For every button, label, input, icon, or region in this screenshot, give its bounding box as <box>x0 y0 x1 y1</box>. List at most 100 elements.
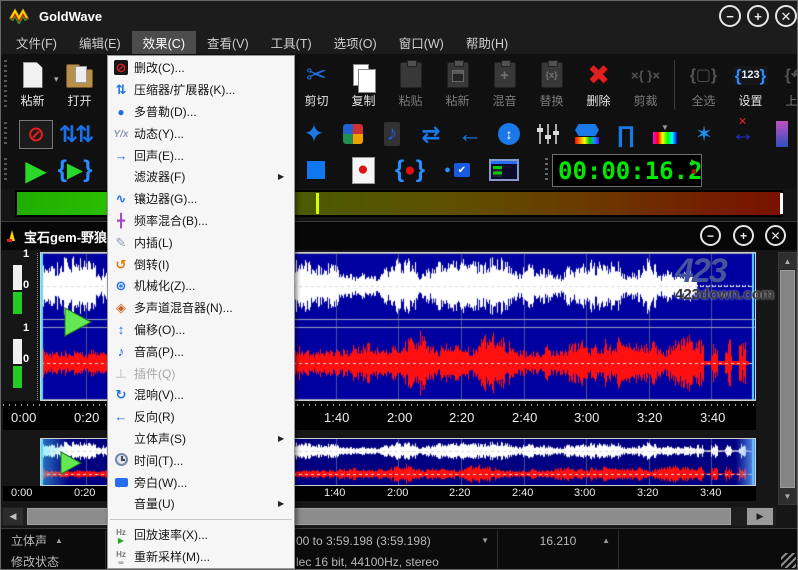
pitch-button[interactable]: ♪ <box>375 119 409 149</box>
menubar-item-help[interactable]: 帮助(H) <box>455 31 519 54</box>
menu-item-censor[interactable]: ⊘删改(C)... <box>108 57 294 79</box>
echo-button[interactable]: ⇄ <box>414 119 448 149</box>
channel1-indicator[interactable] <box>13 265 22 290</box>
close-button[interactable]: ✕ <box>775 5 797 27</box>
filter-button[interactable] <box>570 119 604 149</box>
compressor-button[interactable]: ⇅⇅ <box>58 119 92 149</box>
mixer-quad-icon <box>343 124 363 144</box>
scroll-left-icon[interactable]: ◀ <box>3 508 23 525</box>
menu-item-reverb[interactable]: ↻混响(V)... <box>108 384 294 406</box>
toolbar-grip[interactable] <box>4 158 7 183</box>
menubar-item-edit[interactable]: 编辑(E) <box>68 31 132 54</box>
vertical-scrollbar[interactable]: ▲ ▼ <box>778 252 797 505</box>
menu-item-stereo[interactable]: 立体声(S)▶ <box>108 428 294 450</box>
menu-item-compressor-expander[interactable]: ⇅压缩器/扩展器(K)... <box>108 79 294 101</box>
settings-button[interactable]: {123}设置 <box>728 56 773 114</box>
offset-button[interactable]: ↕ <box>492 119 526 149</box>
minimize-button[interactable]: − <box>719 5 741 27</box>
menu-item-volume[interactable]: 音量(U)▶ <box>108 493 294 515</box>
menubar-item-file[interactable]: 文件(F) <box>5 31 68 54</box>
menu-item-doppler[interactable]: ●多普勒(D)... <box>108 101 294 123</box>
channel-swap-button[interactable]: ↔✕ <box>726 119 760 149</box>
censor-button[interactable]: ⊘ <box>19 119 53 149</box>
menubar-item-options[interactable]: 选项(O) <box>323 31 388 54</box>
resize-grip[interactable] <box>781 553 796 568</box>
menu-item-label: 压缩器/扩展器(K)... <box>134 81 278 98</box>
paste-new-button[interactable]: 粘新 <box>435 56 480 114</box>
menu-item-pitch[interactable]: ♪音高(P)... <box>108 340 294 362</box>
clipped-edge-button[interactable] <box>765 119 798 149</box>
menu-item-interpolate[interactable]: ✎内插(L) <box>108 231 294 253</box>
doc-maximize-button[interactable]: + <box>733 225 754 246</box>
time-display-value: 00:00:16.2 <box>553 157 703 185</box>
doppler-icon: ● <box>108 105 134 118</box>
amplitude-label: 0 <box>23 279 37 291</box>
trim-button[interactable]: ×{ }×剪裁 <box>623 56 668 114</box>
vertical-scroll-thumb[interactable] <box>780 270 795 488</box>
menu-item-plugin[interactable]: ⊥插件(Q) <box>108 362 294 384</box>
mix-button[interactable]: +混音 <box>482 56 527 114</box>
paste-button[interactable]: 粘贴 <box>388 56 433 114</box>
play-button[interactable]: ▶ <box>19 155 53 185</box>
overview-playback-marker-icon[interactable] <box>59 450 83 476</box>
noise-gate-button[interactable]: ∏ <box>609 119 643 149</box>
maximize-button[interactable]: + <box>747 5 769 27</box>
new-dropdown-arrow-icon[interactable]: ▾ <box>54 74 59 85</box>
menu-item-frequency-blend[interactable]: ╋频率混合(B)... <box>108 210 294 232</box>
record-new-button[interactable]: ● <box>346 155 380 185</box>
amplitude-ruler <box>37 253 38 400</box>
menubar-item-tool[interactable]: 工具(T) <box>260 31 323 54</box>
menu-item-filter[interactable]: 滤波器(F)▶ <box>108 166 294 188</box>
menu-item-time[interactable]: 时间(T)... <box>108 449 294 471</box>
scroll-up-icon[interactable]: ▲ <box>779 253 796 269</box>
menu-item-resample[interactable]: Hz∞重新采样(M)... <box>108 546 294 568</box>
paste-as-new-button[interactable]: 粘新 <box>10 56 55 114</box>
toolbar-grip[interactable] <box>4 122 7 146</box>
channel-mode-cell[interactable]: 立体声 ▲ <box>1 530 106 551</box>
play-selection-button[interactable]: {▶} <box>58 155 92 185</box>
meter-peak-tick <box>316 193 319 214</box>
reverse-button[interactable]: ← <box>453 119 487 149</box>
doppler-button[interactable]: ✦ <box>297 119 331 149</box>
menubar-item-window[interactable]: 窗口(W) <box>388 31 455 54</box>
copy-button[interactable]: 复制 <box>341 56 386 114</box>
replace-button[interactable]: {x}替换 <box>529 56 574 114</box>
control-window-button[interactable] <box>487 155 521 185</box>
menu-item-label: 音高(P)... <box>134 343 278 360</box>
scroll-right-icon[interactable]: ▶ <box>747 508 773 525</box>
position-cell[interactable]: 16.210 ▲ <box>498 530 619 551</box>
doc-minimize-button[interactable]: − <box>700 225 721 246</box>
equalizer-button[interactable] <box>531 119 565 149</box>
menu-item-flanger[interactable]: ∿镶边器(G)... <box>108 188 294 210</box>
doc-close-button[interactable]: ✕ <box>765 225 786 246</box>
scroll-down-icon[interactable]: ▼ <box>779 488 796 504</box>
undo-step-button[interactable]: {↶}上步 <box>775 56 798 114</box>
menu-item-reverse[interactable]: ←反向(R) <box>108 406 294 428</box>
cut-button[interactable]: ✂剪切 <box>294 56 339 114</box>
monitor-button[interactable]: ●✔ <box>440 155 474 185</box>
menubar-item-view[interactable]: 查看(V) <box>196 31 260 54</box>
open-button[interactable]: 打开 <box>57 56 102 114</box>
toolbar-grip[interactable] <box>4 60 7 110</box>
menu-item-multichannel-mixer[interactable]: ◈多声道混音器(N)... <box>108 297 294 319</box>
menu-item-voice-over[interactable]: 旁白(W)... <box>108 471 294 493</box>
spectrum-filter-button[interactable]: ▼ <box>648 119 682 149</box>
silence-button[interactable]: ✶ <box>687 119 721 149</box>
menu-item-invert[interactable]: ↺倒转(I) <box>108 253 294 275</box>
record-selection-button[interactable]: {●} <box>393 155 427 185</box>
menu-item-offset[interactable]: ↕偏移(O)... <box>108 319 294 341</box>
menu-item-dynamics[interactable]: Y/x动态(Y)... <box>108 122 294 144</box>
selection-value: 00 to 3:59.198 (3:59.198) <box>296 534 431 548</box>
menu-item-echo[interactable]: →回声(E)... <box>108 144 294 166</box>
submenu-arrow-icon: ▶ <box>278 499 294 508</box>
channel2-indicator[interactable] <box>13 339 22 364</box>
multichannel-mixer-button[interactable] <box>336 119 370 149</box>
menu-item-label: 偏移(O)... <box>134 321 278 338</box>
select-all-button[interactable]: {▢}全选 <box>681 56 726 114</box>
delete-button[interactable]: ✖删除 <box>576 56 621 114</box>
stop-button[interactable] <box>299 155 333 185</box>
menubar-item-effect[interactable]: 效果(C) <box>132 31 196 54</box>
playback-marker-icon[interactable] <box>63 306 93 338</box>
menu-item-mechanize[interactable]: ⊛机械化(Z)... <box>108 275 294 297</box>
menu-item-playback-rate[interactable]: Hz▶回放速率(X)... <box>108 524 294 546</box>
